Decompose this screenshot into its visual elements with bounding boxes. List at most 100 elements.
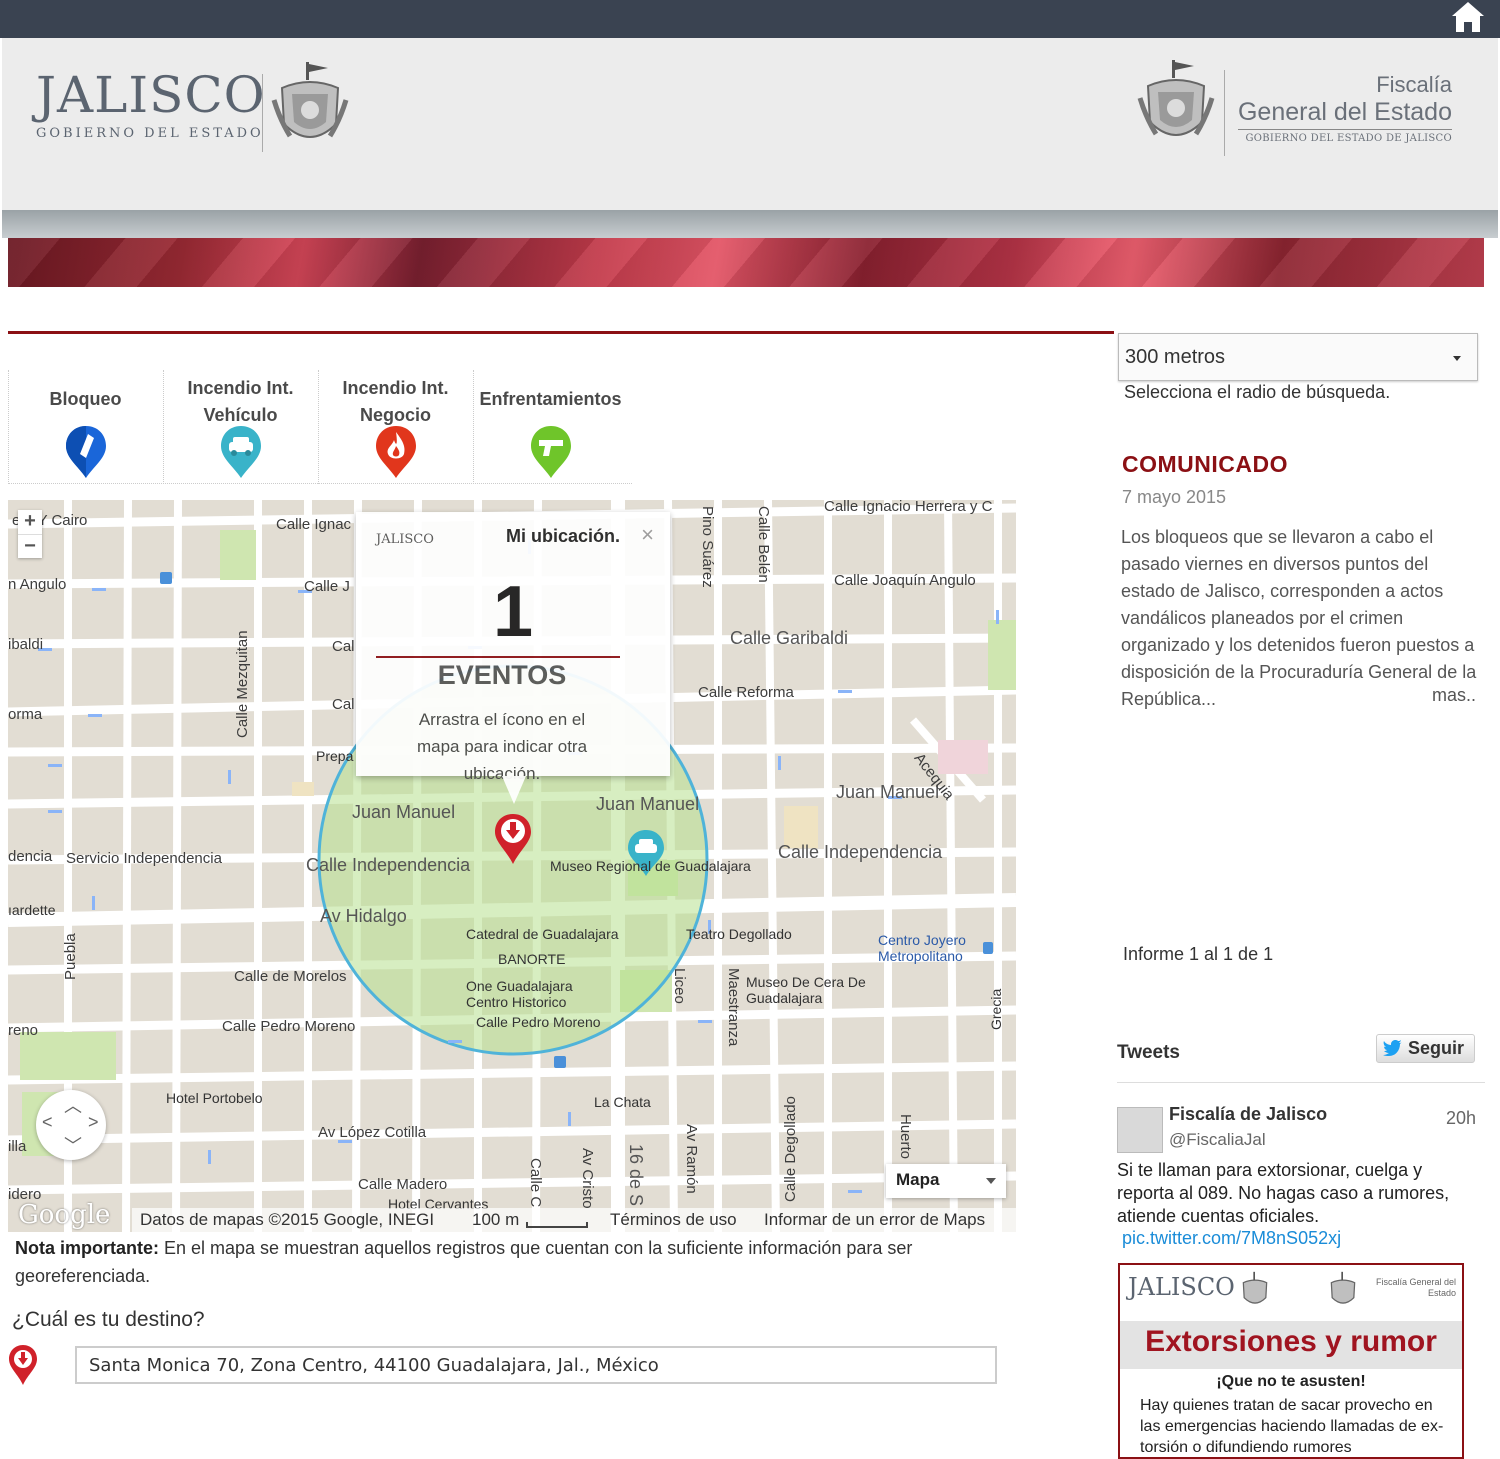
map-label: Calle Belén [755, 506, 772, 583]
avatar[interactable] [1117, 1107, 1163, 1153]
category-enfrentamientos[interactable]: Enfrentamientos [473, 370, 627, 484]
decorative-banner [8, 238, 1484, 287]
category-filters: Bloqueo Incendio Int. Vehículo Incendio … [8, 370, 632, 484]
map-label: Teatro Degollado [686, 926, 792, 942]
important-note: Nota importante: En el mapa se muestran … [15, 1234, 1015, 1290]
close-icon[interactable]: × [641, 522, 654, 548]
logo-divider [262, 74, 263, 152]
chevron-right-icon[interactable]: > [88, 1112, 99, 1133]
map-label: BANORTE [498, 951, 566, 967]
red-fire-pin-icon [375, 426, 416, 478]
map-footer: Google Datos de mapas ©2015 Google, INEG… [8, 1200, 1016, 1232]
map-infowindow: JALISCO Mi ubicación. × 1 EVENTOS Arrast… [356, 512, 670, 783]
map-label: Calle Independencia [778, 842, 943, 862]
map-label: Centro Joyero Metropolitano [878, 932, 966, 964]
chevron-up-icon[interactable]: ︿ [64, 1092, 82, 1118]
map-label: illa [8, 1138, 27, 1155]
fiscalia-seal-icon [1330, 1271, 1356, 1304]
scale-bar [526, 1222, 588, 1228]
map-label: Huerto [897, 1114, 914, 1160]
infowindow-logo: JALISCO [376, 532, 434, 547]
follow-button[interactable]: Seguir [1376, 1034, 1475, 1063]
important-note-label: Nota importante: [15, 1238, 159, 1258]
tweet-media-link[interactable]: pic.twitter.com/7M8nS052xj [1122, 1228, 1341, 1249]
comunicado-date: 7 mayo 2015 [1122, 487, 1227, 507]
event-count: 1 [492, 572, 534, 652]
fiscalia-seal-icon [1137, 60, 1215, 136]
map-label: Calle J [304, 578, 350, 595]
category-label: Enfrentamientos [479, 389, 622, 409]
comunicado-more-link[interactable]: mas.. [1432, 685, 1476, 706]
comunicado-title: COMUNICADO [1122, 451, 1288, 477]
fiscalia-logo[interactable]: Fiscalía General del Estado GOBIERNO DEL… [1237, 72, 1452, 144]
jalisco-logo-title: JALISCO [36, 66, 266, 124]
chevron-down-icon[interactable]: ﹀ [64, 1132, 82, 1158]
tweet-timestamp[interactable]: 20h [1446, 1108, 1476, 1129]
chevron-down-icon [1453, 356, 1461, 361]
tweet-image-fiscalia: Fiscalía General del Estado [1375, 1277, 1456, 1298]
map-label: Cal [332, 696, 355, 713]
report-pagination: Informe 1 al 1 de 1 [1123, 944, 1274, 964]
zoom-in-button[interactable]: + [18, 510, 42, 534]
jalisco-logo-subtitle: GOBIERNO DEL ESTADO [36, 126, 264, 141]
map-label: n Angulo [8, 576, 67, 593]
map-label: Calle Reforma [698, 684, 794, 701]
map-label: Juan Manuel [596, 794, 700, 814]
tweets-divider [1117, 1082, 1485, 1083]
destination-question: ¿Cuál es tu destino? [12, 1308, 205, 1331]
tweet-author-name[interactable]: Fiscalía de Jalisco [1169, 1104, 1327, 1125]
header-divider [2, 210, 1498, 238]
map-label: Calle Pedro Moreno [222, 1018, 356, 1035]
search-radius-select[interactable]: 300 metros [1118, 333, 1478, 381]
pan-control[interactable]: ︿ ﹀ < > [36, 1090, 106, 1160]
map-label: Calle C [527, 1158, 544, 1208]
destination-pin-icon [9, 1345, 37, 1385]
category-label: Bloqueo [49, 389, 122, 409]
category-incendio-vehiculo[interactable]: Incendio Int. Vehículo [163, 370, 317, 484]
map-label: Juan Manuel [352, 802, 456, 822]
zoom-control: + − [18, 510, 42, 558]
search-radius-value: 300 metros [1125, 346, 1226, 368]
fiscalia-logo-line3: GOBIERNO DEL ESTADO DE JALISCO [1237, 129, 1452, 144]
map-label: Av Ramón [683, 1124, 700, 1194]
map-label: ibaldi [8, 636, 44, 653]
blue-bloqueo-pin-icon [65, 426, 106, 478]
map-label: Museo Regional de Guadalajara [550, 858, 751, 874]
map-report-error-link[interactable]: Informar de un error de Maps [764, 1210, 985, 1230]
map-label: Calle Independencia [306, 855, 471, 875]
tweet-image-subtitle: ¡Que no te asusten! [1216, 1373, 1366, 1390]
jalisco-seal-icon [271, 62, 349, 138]
tweet-image[interactable]: JALISCO Fiscalía General del Estado Exto… [1118, 1263, 1464, 1459]
map-label: Liceo [671, 968, 688, 1004]
home-icon[interactable] [1450, 0, 1486, 34]
fiscalia-logo-line1: Fiscalía [1376, 72, 1452, 97]
map-type-select[interactable]: Mapa [886, 1164, 1006, 1198]
section-rule [8, 331, 1114, 334]
category-bloqueo[interactable]: Bloqueo [8, 370, 162, 484]
map-label: Calle Mezquitan [234, 630, 251, 738]
map-data-credit: Datos de mapas ©2015 Google, INEGI [140, 1210, 435, 1229]
map-label: Pino Suárez [699, 506, 716, 588]
tweet-image-logo: JALISCO [1128, 1273, 1235, 1301]
zoom-out-button[interactable]: − [18, 534, 42, 558]
jalisco-logo[interactable]: JALISCO GOBIERNO DEL ESTADO [36, 70, 266, 141]
tweet-image-title: Extorsiones y rumor [1145, 1325, 1437, 1358]
map-label: Museo De Cera De Guadalajara [746, 974, 866, 1006]
teal-car-pin-icon [220, 426, 261, 478]
destination-input[interactable] [75, 1346, 997, 1384]
chevron-left-icon[interactable]: < [42, 1112, 53, 1133]
comunicado-text: Los bloqueos que se llevaron a cabo el p… [1121, 527, 1477, 709]
map-label: Av López Cotilla [318, 1124, 427, 1141]
jalisco-seal-icon [1242, 1271, 1268, 1304]
map-label: dencia [8, 848, 53, 865]
map-label: ıardette [8, 902, 56, 918]
google-logo[interactable]: Google [18, 1200, 110, 1230]
map-terms-link[interactable]: Términos de uso [610, 1210, 737, 1230]
map-label: Calle Ignacio Herrera y C [824, 500, 993, 515]
tweet-author-handle[interactable]: @FiscaliaJal [1169, 1130, 1266, 1150]
map-label: reno [8, 1022, 39, 1039]
map-attribution-bar: Datos de mapas ©2015 Google, INEGI 100 m… [132, 1208, 1016, 1232]
category-incendio-negocio[interactable]: Incendio Int. Negocio [318, 370, 472, 484]
map-label: 16 de S [626, 1144, 646, 1207]
map-label: Puebla [62, 933, 79, 980]
